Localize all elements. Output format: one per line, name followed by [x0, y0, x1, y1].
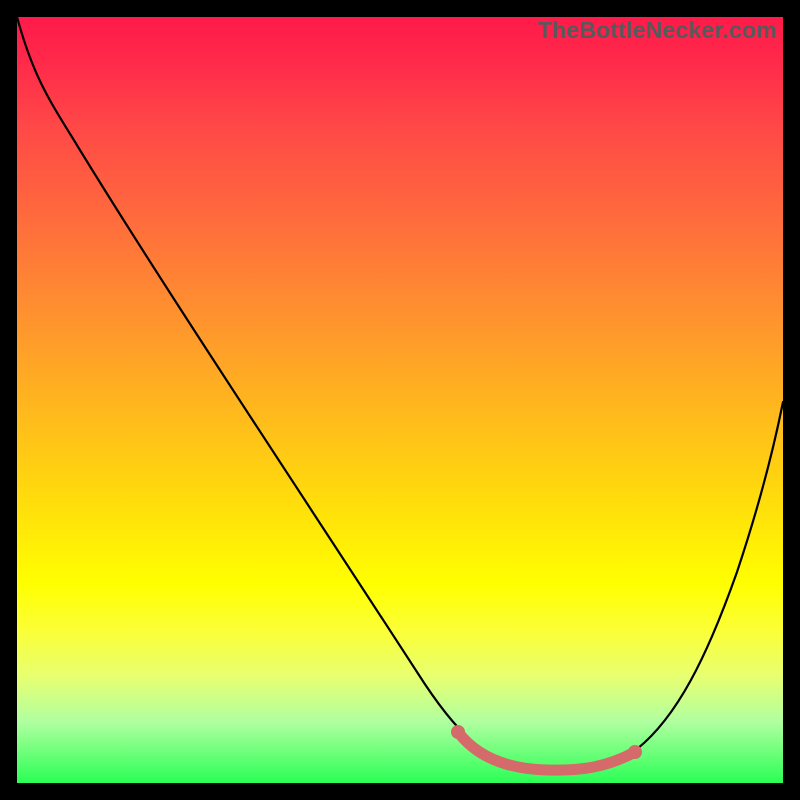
accent-end-dot — [628, 745, 642, 759]
bottleneck-chart — [17, 17, 783, 783]
gradient-plot-area: TheBottleNecker.com — [17, 17, 783, 783]
optimal-range-accent — [458, 732, 635, 770]
accent-start-dot — [451, 725, 465, 739]
bottleneck-curve-path — [17, 17, 783, 768]
